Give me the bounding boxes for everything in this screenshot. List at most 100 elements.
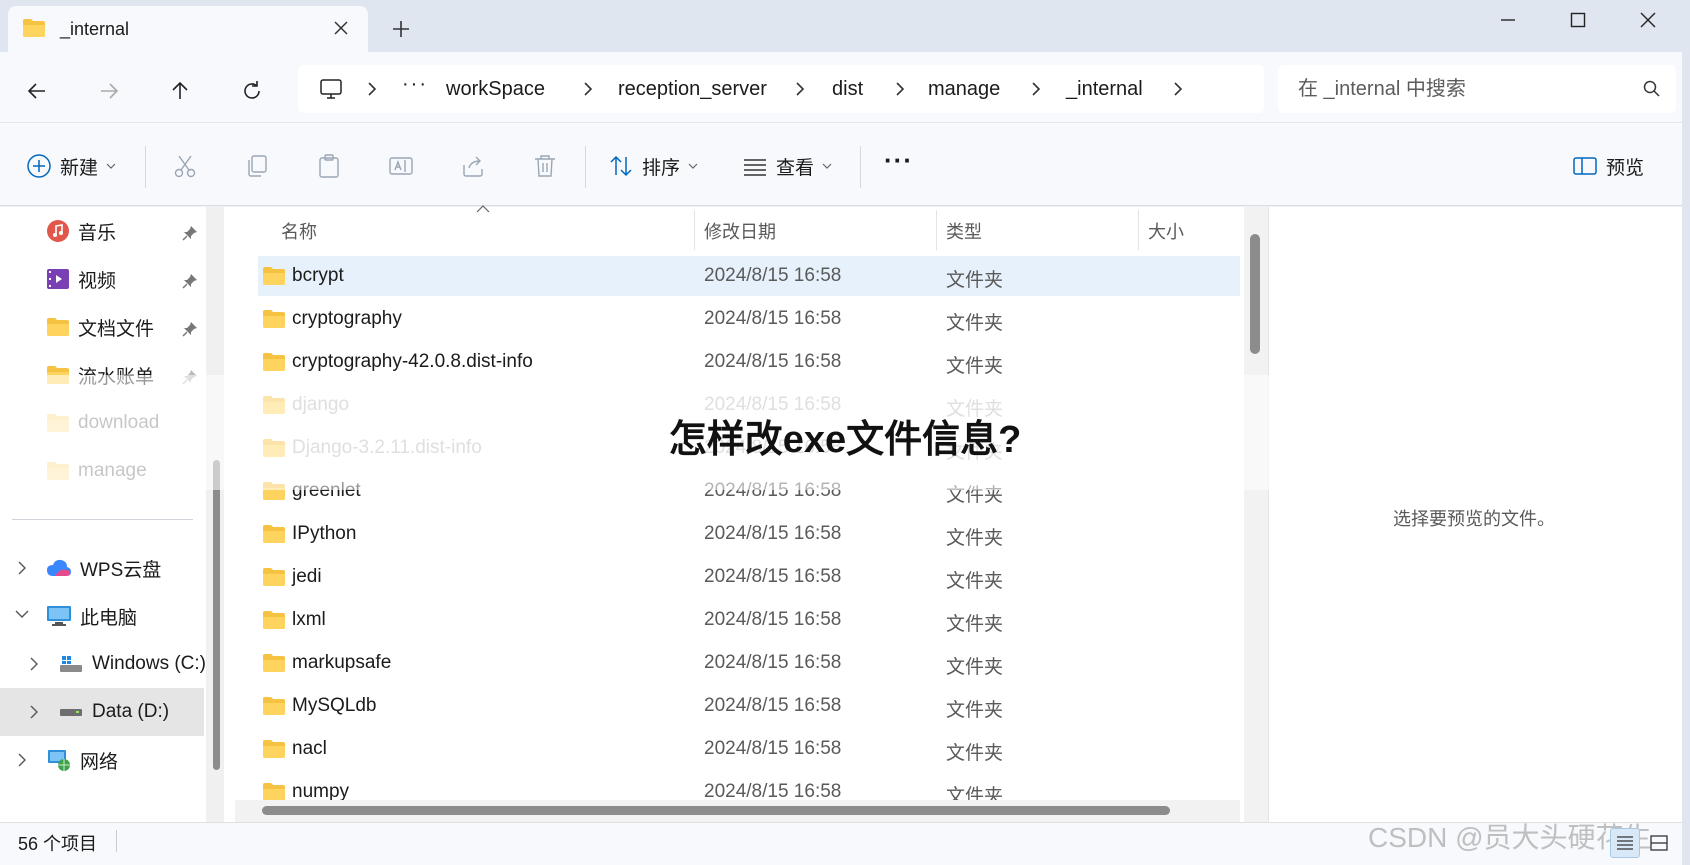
column-header-type[interactable]: 类型 — [946, 218, 982, 244]
sidebar-item-label: 文档文件 — [78, 318, 155, 340]
file-row[interactable]: IPython 2024/8/15 16:58 文件夹 — [258, 514, 1240, 554]
folder-icon — [262, 696, 286, 716]
rename-button[interactable] — [388, 146, 414, 186]
cut-button[interactable] — [172, 146, 198, 186]
file-name: markupsafe — [292, 652, 392, 673]
windows-drive-icon — [60, 656, 82, 672]
column-header-name[interactable]: 名称 — [281, 218, 317, 244]
sidebar-item-video[interactable]: 视频 — [46, 259, 116, 299]
breadcrumb-internal[interactable]: _internal — [1066, 78, 1143, 101]
search-icon[interactable] — [1642, 79, 1662, 99]
column-header-modified[interactable]: 修改日期 — [704, 218, 776, 244]
close-tab-icon[interactable] — [332, 19, 350, 37]
sidebar-item-music[interactable]: 音乐 — [46, 211, 116, 251]
refresh-button[interactable] — [235, 74, 269, 108]
breadcrumb-reception-server[interactable]: reception_server — [618, 78, 767, 101]
details-view-toggle[interactable] — [1610, 828, 1640, 858]
chevron-right-icon[interactable] — [1030, 81, 1042, 97]
file-name: cryptography-42.0.8.dist-info — [292, 351, 533, 372]
sidebar-scrollbar-thumb[interactable] — [213, 460, 220, 770]
new-tab-button[interactable] — [390, 18, 412, 40]
folder-icon — [262, 352, 286, 372]
file-row[interactable]: cryptography 2024/8/15 16:58 文件夹 — [258, 299, 1240, 339]
search-box[interactable] — [1278, 65, 1676, 113]
folder-icon — [262, 309, 286, 329]
view-button-label: 查看 — [776, 157, 815, 179]
breadcrumb-dist[interactable]: dist — [832, 78, 863, 101]
sort-icon — [610, 155, 632, 177]
forward-button[interactable] — [92, 74, 126, 108]
sidebar-item-documents[interactable]: 文档文件 — [46, 307, 154, 347]
file-type: 文件夹 — [946, 700, 1004, 721]
sidebar-item-this-pc[interactable]: 此电脑 — [46, 596, 137, 636]
chevron-right-icon[interactable] — [28, 656, 40, 672]
back-button[interactable] — [20, 74, 54, 108]
folder-icon — [22, 18, 46, 38]
address-bar[interactable]: ··· workSpace reception_server dist mana… — [298, 65, 1264, 113]
chevron-right-icon[interactable] — [894, 81, 906, 97]
delete-button[interactable] — [532, 146, 558, 186]
preview-button[interactable]: 预览 — [1572, 146, 1644, 186]
minimize-icon[interactable] — [1488, 5, 1528, 35]
chevron-right-icon[interactable] — [794, 81, 806, 97]
file-row[interactable]: MySQLdb 2024/8/15 16:58 文件夹 — [258, 686, 1240, 726]
file-row[interactable]: bcrypt 2024/8/15 16:58 文件夹 — [258, 256, 1240, 296]
horizontal-scrollbar-thumb[interactable] — [262, 806, 1170, 815]
chevron-right-icon[interactable] — [16, 752, 28, 768]
new-button[interactable]: 新建 — [26, 146, 116, 186]
tiles-view-toggle[interactable] — [1644, 828, 1674, 858]
chevron-right-icon[interactable] — [1172, 81, 1184, 97]
maximize-icon[interactable] — [1558, 5, 1598, 35]
more-button[interactable]: ··· — [884, 140, 913, 180]
column-header-size[interactable]: 大小 — [1148, 218, 1184, 244]
file-row[interactable]: nacl 2024/8/15 16:58 文件夹 — [258, 729, 1240, 769]
share-button[interactable] — [460, 146, 486, 186]
new-button-label: 新建 — [60, 157, 99, 179]
chevron-right-icon[interactable] — [28, 704, 40, 720]
sidebar-item-drive-c[interactable]: Windows (C:) — [58, 644, 206, 684]
toolbar-divider — [145, 146, 146, 188]
sidebar-item-label: 网络 — [80, 751, 119, 773]
file-modified: 2024/8/15 16:58 — [704, 308, 842, 329]
breadcrumb-overflow[interactable]: ··· — [402, 73, 428, 96]
column-divider[interactable] — [1138, 210, 1139, 250]
file-row[interactable]: lxml 2024/8/15 16:58 文件夹 — [258, 600, 1240, 640]
folder-icon — [262, 266, 286, 286]
search-input[interactable] — [1298, 75, 1618, 103]
sidebar-item-drive-d[interactable]: Data (D:) — [58, 692, 169, 732]
sidebar-item-wps-cloud[interactable]: WPS云盘 — [46, 548, 161, 588]
computer-icon — [47, 606, 71, 626]
view-button[interactable]: 查看 — [742, 146, 832, 186]
copy-button[interactable] — [244, 146, 270, 186]
overlay-title: 怎样改exe文件信息? — [668, 419, 1022, 461]
pin-icon[interactable] — [182, 273, 198, 289]
chevron-right-icon[interactable] — [366, 81, 378, 97]
close-window-icon[interactable] — [1628, 5, 1668, 35]
column-divider[interactable] — [936, 210, 937, 250]
chevron-right-icon[interactable] — [16, 560, 28, 576]
details-view-icon — [1617, 836, 1633, 850]
network-icon — [48, 750, 70, 771]
toolbar-divider — [860, 146, 861, 188]
chevron-right-icon[interactable] — [582, 81, 594, 97]
breadcrumb-manage[interactable]: manage — [928, 78, 1000, 101]
folder-icon — [47, 318, 69, 336]
sidebar-item-network[interactable]: 网络 — [46, 740, 118, 780]
pin-icon[interactable] — [182, 321, 198, 337]
column-divider[interactable] — [694, 210, 695, 250]
file-row[interactable]: jedi 2024/8/15 16:58 文件夹 — [258, 557, 1240, 597]
cloud-icon — [47, 559, 71, 576]
computer-icon[interactable] — [318, 77, 344, 101]
sort-button[interactable]: 排序 — [608, 146, 698, 186]
chevron-down-icon[interactable] — [14, 608, 30, 620]
file-row[interactable]: markupsafe 2024/8/15 16:58 文件夹 — [258, 643, 1240, 683]
breadcrumb-workspace[interactable]: workSpace — [446, 78, 545, 101]
tab-internal[interactable]: _internal — [8, 6, 368, 52]
vertical-scrollbar-thumb[interactable] — [1250, 234, 1260, 354]
drive-icon — [60, 709, 82, 716]
preview-placeholder-text: 选择要预览的文件。 — [1393, 509, 1555, 529]
paste-button[interactable] — [316, 146, 342, 186]
up-button[interactable] — [163, 74, 197, 108]
file-type: 文件夹 — [946, 356, 1004, 377]
pin-icon[interactable] — [182, 225, 198, 241]
